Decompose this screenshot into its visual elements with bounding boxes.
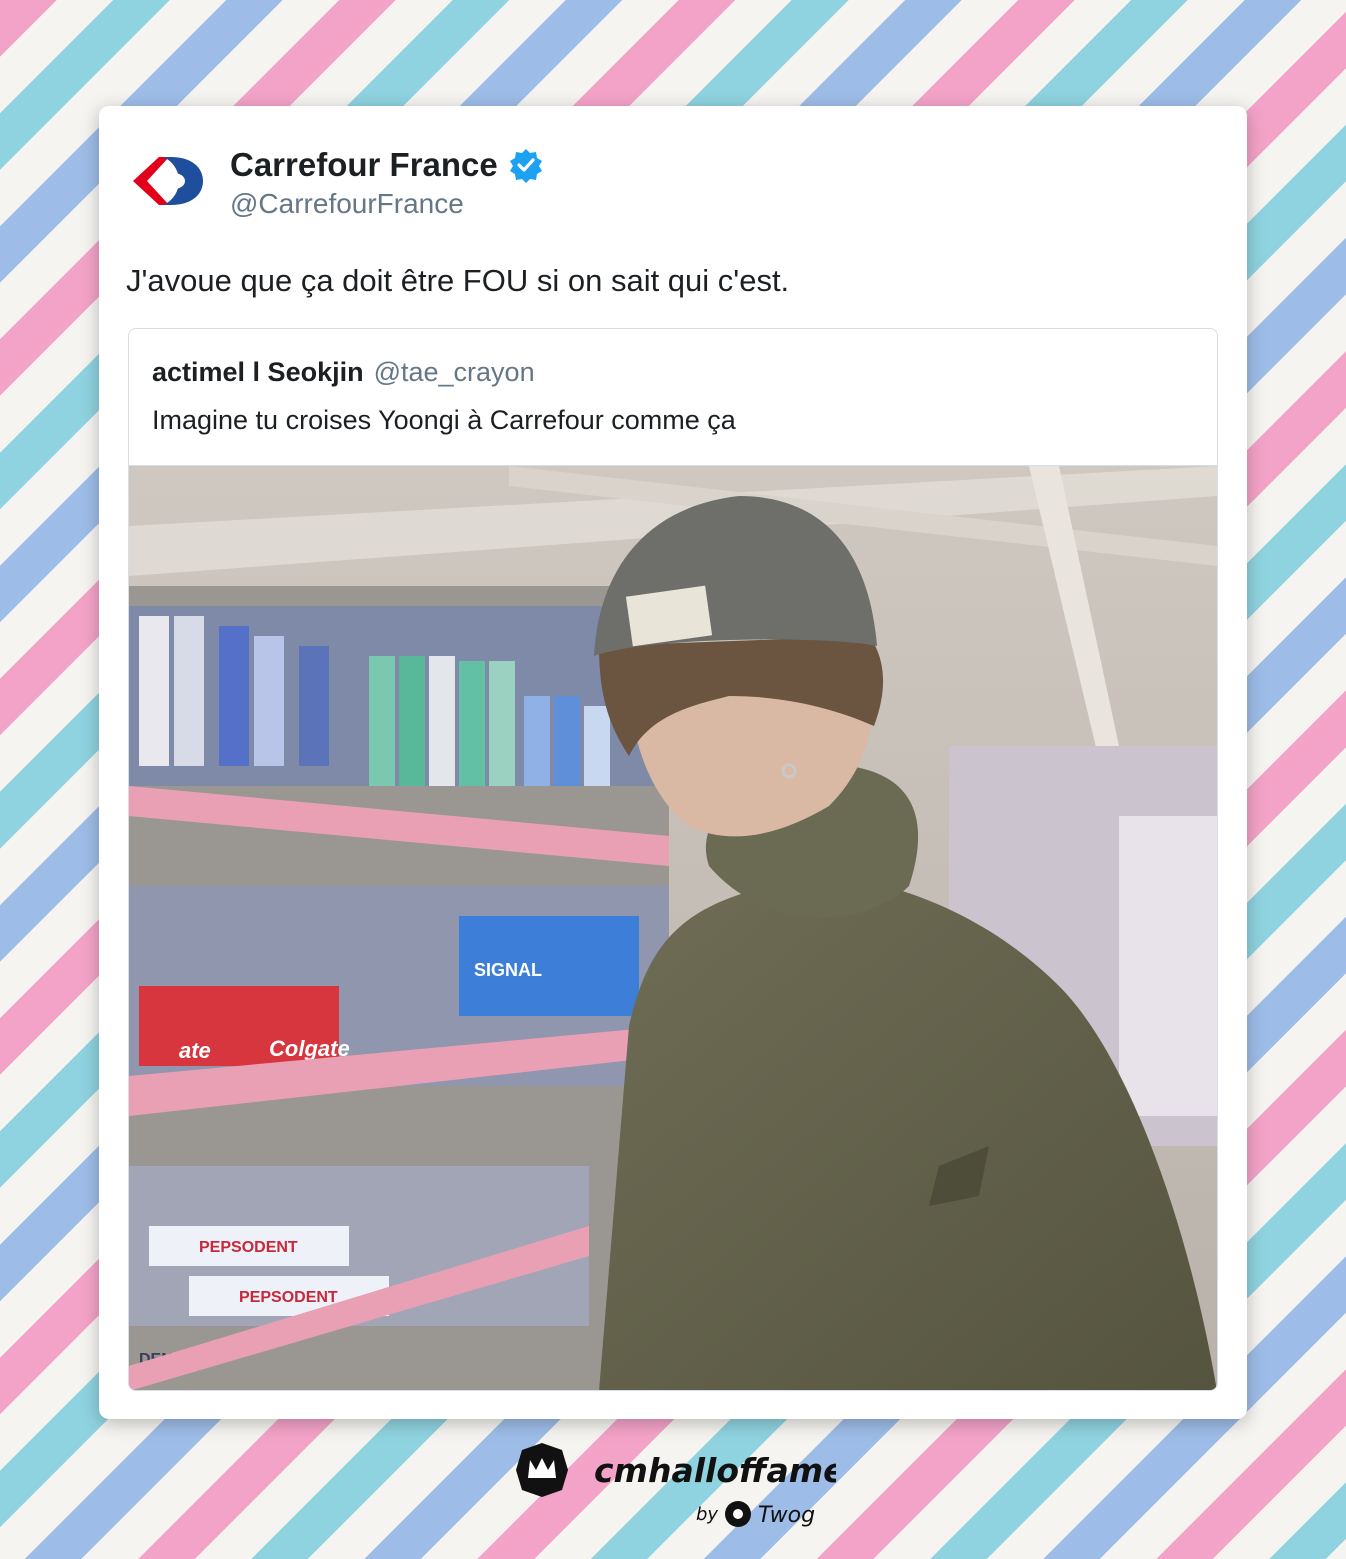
quoted-tweet[interactable]: actimel l Seokjin @tae_crayon Imagine tu…: [128, 328, 1218, 1391]
quoted-author-name[interactable]: actimel l Seokjin: [152, 357, 364, 388]
cmhalloffame-watermark: cmhalloffame.fr by Twog: [516, 1443, 890, 1528]
background-shelf: [1119, 816, 1217, 1116]
author-handle[interactable]: @CarrefourFrance: [230, 188, 464, 220]
verified-badge-icon: [509, 149, 542, 183]
shelf-label: PEPSODENT: [199, 1239, 298, 1256]
watermark-footer: cmhalloffame.fr by Twog: [516, 1438, 890, 1538]
tweet-text: J'avoue que ça doit être FOU si on sait …: [126, 263, 790, 298]
watermark-site: cmhalloffame.fr: [594, 1451, 836, 1490]
watermark-brand: Twog: [758, 1503, 815, 1528]
watermark-by: by: [696, 1504, 718, 1525]
author-name[interactable]: Carrefour France: [230, 146, 498, 184]
carrefour-logo[interactable]: [129, 151, 205, 211]
shelf-label: SIGNAL: [474, 960, 542, 980]
quoted-tweet-photo[interactable]: Colgate ate SIGNAL PEPSODENT PEPSODENT D…: [129, 465, 1217, 1391]
tweet-card: Carrefour France @CarrefourFrance J'avou…: [99, 106, 1247, 1419]
shelf-label: PEPSODENT: [239, 1289, 338, 1306]
quoted-author-row: actimel l Seokjin @tae_crayon: [152, 357, 535, 388]
author-row: Carrefour France: [230, 146, 544, 184]
shelf-label: ate: [179, 1038, 211, 1063]
quoted-tweet-text: Imagine tu croises Yoongi à Carrefour co…: [152, 405, 736, 435]
quoted-author-handle[interactable]: @tae_crayon: [374, 357, 535, 388]
logo-red-chevron: [133, 157, 169, 205]
